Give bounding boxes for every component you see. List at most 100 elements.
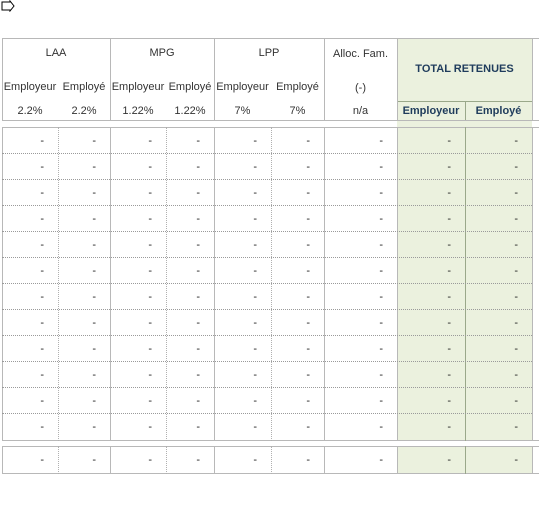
table-cell: - — [514, 291, 518, 303]
table-cell: - — [196, 317, 200, 329]
table-cell: - — [379, 369, 383, 381]
table-cell: - — [253, 317, 257, 329]
mpg-employeur-label: Employeur — [111, 81, 165, 93]
total-employe-label: Employé — [475, 105, 522, 117]
footer-cell: - — [306, 454, 310, 466]
table-cell: - — [379, 421, 383, 433]
footer-cell: - — [92, 454, 96, 466]
table-cell: - — [148, 213, 152, 225]
table-cell: - — [148, 239, 152, 251]
row-divider — [2, 283, 532, 284]
table-cell: - — [306, 187, 310, 199]
table-cell: - — [514, 161, 518, 173]
body-divider — [397, 127, 398, 441]
table-cell: - — [196, 343, 200, 355]
group-laa: LAA — [45, 47, 67, 59]
table-cell: - — [92, 161, 96, 173]
table-cell: - — [196, 421, 200, 433]
mpg-employe-label: Employé — [168, 81, 212, 93]
footer-cell: - — [253, 454, 257, 466]
header-divider — [324, 38, 325, 120]
move-cursor-icon — [1, 0, 15, 12]
header-divider — [110, 38, 111, 120]
table-cell: - — [92, 239, 96, 251]
table-cell: - — [253, 187, 257, 199]
table-cell: - — [40, 343, 44, 355]
row-divider — [2, 179, 532, 180]
table-cell: - — [92, 395, 96, 407]
sub-divider — [58, 127, 59, 441]
row-divider — [2, 387, 532, 388]
row-divider — [2, 231, 532, 232]
table-cell: - — [379, 187, 383, 199]
row-divider — [2, 413, 532, 414]
row-divider — [2, 361, 532, 362]
header-top-border — [2, 38, 539, 39]
group-lpp: LPP — [258, 47, 280, 59]
table-cell: - — [514, 135, 518, 147]
table-cell: - — [447, 317, 451, 329]
lpp-employeur-label: Employeur — [216, 81, 269, 93]
table-cell: - — [196, 187, 200, 199]
table-cell: - — [253, 265, 257, 277]
table-cell: - — [253, 239, 257, 251]
alloc-sub-label: (-) — [355, 82, 366, 94]
sub-divider — [166, 127, 167, 441]
table-cell: - — [379, 317, 383, 329]
table-cell: - — [92, 343, 96, 355]
table-cell: - — [253, 395, 257, 407]
table-cell: - — [379, 395, 383, 407]
table-cell: - — [514, 421, 518, 433]
table-cell: - — [514, 317, 518, 329]
table-cell: - — [148, 135, 152, 147]
table-cell: - — [514, 343, 518, 355]
table-cell: - — [306, 343, 310, 355]
body-divider — [2, 127, 3, 441]
table-cell: - — [306, 317, 310, 329]
table-cell: - — [92, 265, 96, 277]
table-cell: - — [447, 161, 451, 173]
table-cell: - — [447, 265, 451, 277]
table-cell: - — [306, 239, 310, 251]
table-cell: - — [447, 239, 451, 251]
table-cell: - — [92, 369, 96, 381]
body-divider — [532, 127, 533, 441]
group-mpg: MPG — [149, 47, 175, 59]
table-cell: - — [92, 135, 96, 147]
footer-divider — [532, 446, 533, 474]
header-divider — [2, 38, 3, 120]
table-cell: - — [148, 291, 152, 303]
table-cell: - — [253, 135, 257, 147]
table-cell: - — [40, 317, 44, 329]
body-divider — [214, 127, 215, 441]
table-cell: - — [196, 239, 200, 251]
table-cell: - — [148, 395, 152, 407]
total-inner-divider — [465, 127, 466, 441]
table-cell: - — [40, 421, 44, 433]
table-cell: - — [253, 369, 257, 381]
table-cell: - — [379, 291, 383, 303]
header-bottom-border — [2, 120, 539, 121]
table-cell: - — [379, 161, 383, 173]
row-divider — [2, 309, 532, 310]
footer-cell: - — [379, 454, 383, 466]
table-cell: - — [148, 187, 152, 199]
table-cell: - — [196, 369, 200, 381]
table-cell: - — [514, 265, 518, 277]
table-cell: - — [92, 291, 96, 303]
table-cell: - — [379, 343, 383, 355]
table-cell: - — [306, 213, 310, 225]
table-cell: - — [379, 135, 383, 147]
table-cell: - — [92, 421, 96, 433]
table-cell: - — [514, 187, 518, 199]
table-cell: - — [514, 395, 518, 407]
table-cell: - — [196, 265, 200, 277]
table-cell: - — [306, 265, 310, 277]
sub-divider — [271, 127, 272, 441]
rate-mpg-employeur: 1.22% — [122, 105, 154, 117]
table-cell: - — [148, 265, 152, 277]
table-cell: - — [92, 213, 96, 225]
footer-cell: - — [196, 454, 200, 466]
table-cell: - — [253, 161, 257, 173]
table-cell: - — [253, 343, 257, 355]
